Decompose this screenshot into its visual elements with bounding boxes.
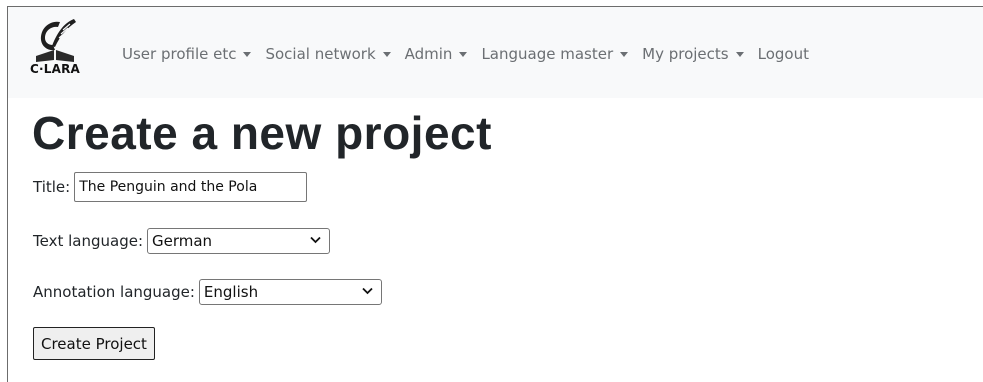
nav-item-user-profile[interactable]: User profile etc	[122, 45, 252, 63]
logo-text: C·LARA	[30, 62, 81, 76]
annotation-language-label: Annotation language:	[33, 283, 195, 301]
create-project-button[interactable]: Create Project	[33, 327, 155, 360]
title-row: Title:	[33, 172, 308, 202]
clara-logo[interactable]: C·LARA	[30, 16, 80, 76]
title-label: Title:	[33, 178, 71, 196]
caret-down-icon	[620, 51, 629, 57]
nav-item-label: My projects	[642, 45, 729, 63]
annotation-language-row: Annotation language: English	[33, 279, 382, 305]
annotation-language-select[interactable]: English	[198, 279, 382, 305]
nav-item-admin[interactable]: Admin	[405, 45, 468, 63]
caret-down-icon	[243, 51, 252, 57]
nav-item-label: Language master	[481, 45, 614, 63]
title-input[interactable]	[74, 172, 308, 202]
nav-menu: User profile etc Social network Admin La…	[122, 43, 823, 65]
text-language-value: German	[152, 232, 213, 250]
caret-down-icon	[382, 51, 391, 57]
text-language-select[interactable]: German	[147, 228, 330, 254]
nav-item-label: User profile etc	[122, 45, 237, 63]
nav-item-logout[interactable]: Logout	[758, 45, 809, 63]
nav-item-label: Social network	[265, 45, 376, 63]
chevron-down-icon	[310, 236, 321, 244]
text-language-row: Text language: German	[33, 228, 330, 254]
nav-item-language-master[interactable]: Language master	[481, 45, 629, 63]
chevron-down-icon	[362, 287, 373, 295]
annotation-language-value: English	[203, 283, 259, 301]
page-title: Create a new project	[32, 107, 492, 159]
nav-item-my-projects[interactable]: My projects	[642, 45, 744, 63]
text-language-label: Text language:	[33, 232, 143, 250]
caret-down-icon	[735, 51, 744, 57]
caret-down-icon	[459, 51, 468, 57]
nav-item-label: Admin	[404, 45, 453, 63]
navbar: C·LARA User profile etc Social network A…	[8, 7, 983, 98]
quill-book-icon	[36, 19, 76, 62]
nav-item-social-network[interactable]: Social network	[265, 45, 391, 63]
nav-item-label: Logout	[757, 45, 809, 63]
